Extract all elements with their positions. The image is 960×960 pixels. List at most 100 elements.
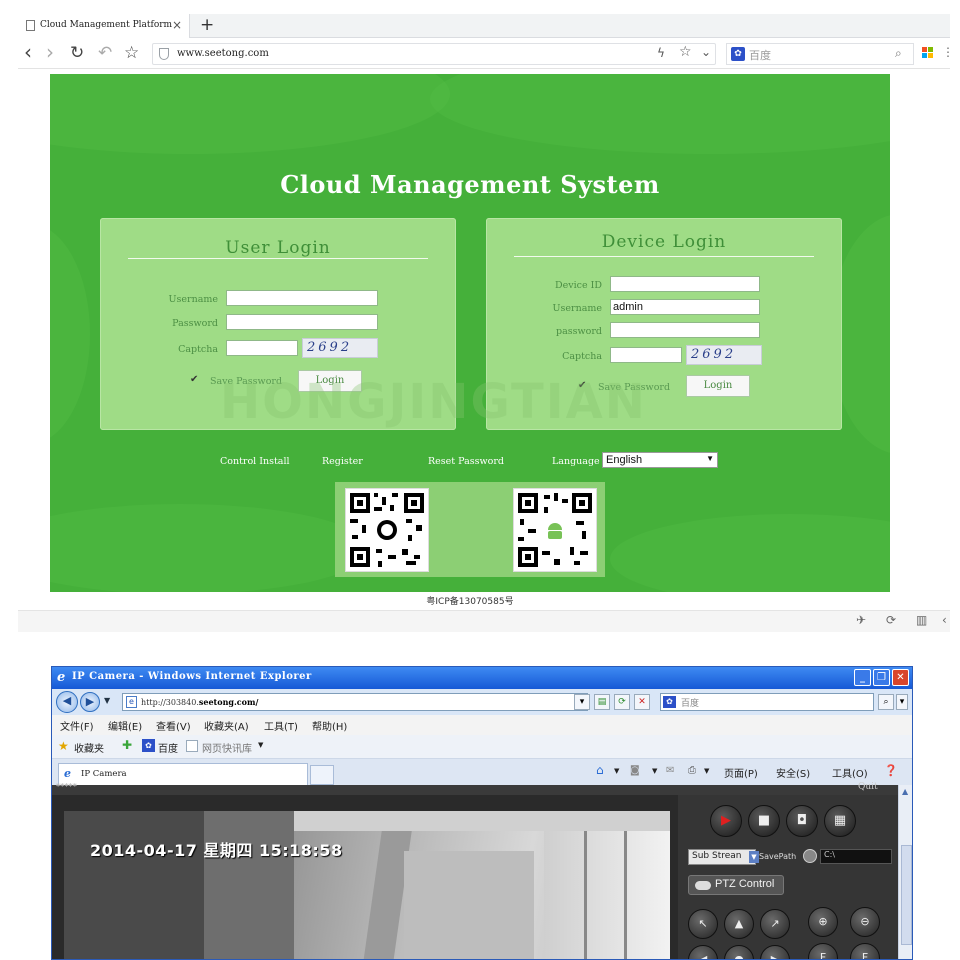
new-tab-button[interactable]: + (200, 15, 214, 35)
vertical-scrollbar[interactable]: ▲ (898, 785, 912, 959)
windows-logo-icon[interactable] (922, 47, 934, 59)
address-bar[interactable]: www.seetong.com ϟ ☆ ⌄ (152, 43, 716, 65)
language-select[interactable]: English ▼ (602, 452, 718, 468)
minimize-button[interactable]: _ (854, 669, 871, 686)
ptz-up-left-icon[interactable]: ↖ (688, 909, 718, 939)
page-menu[interactable]: 页面(P) (724, 765, 758, 780)
window (544, 811, 670, 959)
search-options-icon[interactable]: ▾ (896, 694, 908, 710)
snapshot-camera-icon[interactable]: ◘ (786, 805, 818, 837)
compat-view-icon[interactable]: ▤ (594, 694, 610, 710)
undo-icon[interactable]: ↶ (98, 43, 112, 63)
zoom-out-icon[interactable]: ⊖ (850, 907, 880, 937)
close-button[interactable]: ✕ (892, 669, 909, 686)
menu-tools[interactable]: 工具(T) (264, 718, 298, 733)
chevron-down-icon[interactable]: ⌄ (701, 45, 711, 59)
ie-search-bar[interactable]: ✿ 百度 (660, 693, 874, 711)
tab-ip-camera[interactable]: e IP Camera (58, 763, 308, 785)
safety-menu[interactable]: 安全(S) (776, 765, 810, 780)
control-install-link[interactable]: Control Install (220, 456, 290, 467)
bookmark-star-icon[interactable]: ☆ (124, 43, 139, 63)
focus-far-icon[interactable]: F (850, 943, 880, 959)
chevron-down-icon[interactable]: ▼ (652, 767, 657, 775)
user-captcha-input[interactable] (226, 340, 298, 356)
print-icon[interactable]: ⎙ (688, 765, 696, 776)
menu-favorites[interactable]: 收藏夹(A) (204, 718, 249, 733)
new-tab-button[interactable] (310, 765, 334, 785)
help-icon[interactable]: ❓ (884, 764, 898, 777)
stream-select[interactable]: Sub Strean ▼ (688, 849, 759, 865)
record-clapper-icon[interactable]: ▦ (824, 805, 856, 837)
device-captcha-image[interactable]: 2692 (686, 345, 762, 365)
add-favorite-icon[interactable]: ✚ (122, 738, 132, 752)
device-username-input[interactable]: admin (610, 299, 760, 315)
device-captcha-input[interactable] (610, 347, 682, 363)
more-icon[interactable]: ‹ (942, 613, 947, 627)
address-dropdown-icon[interactable]: ▾ (574, 694, 590, 710)
star-icon[interactable]: ☆ (679, 44, 692, 60)
menu-help[interactable]: 帮助(H) (312, 718, 347, 733)
reload-icon[interactable]: ↻ (70, 43, 84, 63)
stop-icon[interactable]: ✕ (634, 694, 650, 710)
save-password-checkbox[interactable]: ✔ (190, 374, 198, 385)
chevron-down-icon[interactable]: ▼ (614, 767, 619, 775)
forward-arrow-icon[interactable]: ▶ (80, 692, 100, 712)
back-arrow-icon[interactable]: ◀ (56, 691, 78, 713)
history-dropdown-icon[interactable]: ▼ (104, 696, 110, 705)
web-slice-gallery[interactable]: 网页快讯库 (202, 740, 252, 755)
focus-near-icon[interactable]: F (808, 943, 838, 959)
menu-file[interactable]: 文件(F) (60, 718, 94, 733)
tab-close-icon[interactable]: × (172, 18, 182, 32)
refresh-circle-icon[interactable]: ⟳ (886, 613, 896, 627)
more-icon[interactable]: ⋮ (942, 45, 954, 59)
play-record-button[interactable]: ▶ (710, 805, 742, 837)
ptz-up-icon[interactable]: ▲ (724, 909, 754, 939)
maximize-button[interactable]: ❐ (873, 669, 890, 686)
camera-control-panel: ▶ ■ ◘ ▦ Sub Strean ▼ SavePath C:\ PTZ Co… (678, 795, 898, 959)
favorite-baidu[interactable]: 百度 (158, 740, 178, 755)
save-path-field[interactable]: C:\ (820, 849, 892, 864)
scroll-up-icon[interactable]: ▲ (902, 787, 908, 796)
reset-password-link[interactable]: Reset Password (428, 456, 504, 467)
ptz-right-icon[interactable]: ▶ (760, 945, 790, 959)
forward-arrow-icon[interactable]: › (46, 40, 54, 64)
cloud-icon (695, 881, 711, 890)
menu-edit[interactable]: 编辑(E) (108, 718, 142, 733)
user-password-input[interactable] (226, 314, 378, 330)
scrollbar-thumb[interactable] (901, 845, 912, 945)
background-blob (50, 74, 450, 154)
back-arrow-icon[interactable]: ‹ (24, 40, 32, 64)
menu-view[interactable]: 查看(V) (156, 718, 191, 733)
search-icon[interactable]: ⌕ (878, 694, 894, 710)
trash-icon[interactable]: ▥ (916, 613, 927, 627)
user-captcha-image[interactable]: 2692 (302, 338, 378, 358)
ie-address-bar[interactable]: e http://303840.seetong.com/ (122, 693, 588, 711)
chevron-down-icon[interactable]: ▼ (704, 767, 709, 775)
mail-icon[interactable]: ✉ (666, 765, 674, 776)
register-link[interactable]: Register (322, 456, 363, 467)
bolt-icon[interactable]: ϟ (657, 46, 665, 60)
device-password-input[interactable] (610, 322, 760, 338)
chevron-down-icon[interactable]: ▼ (258, 741, 263, 749)
device-login-button[interactable]: Login (686, 375, 750, 397)
search-bar[interactable]: ✿ 百度 ⌕ (726, 43, 914, 65)
user-username-input[interactable] (226, 290, 378, 306)
tools-menu[interactable]: 工具(O) (832, 765, 868, 780)
feeds-icon[interactable]: ◙ (630, 765, 640, 776)
zoom-in-icon[interactable]: ⊕ (808, 907, 838, 937)
ptz-center-icon[interactable]: ● (724, 945, 754, 959)
quit-button[interactable]: Quit (858, 782, 878, 792)
search-icon[interactable]: ⌕ (895, 46, 902, 61)
tab-cloud-management[interactable]: Cloud Management Platform (18, 14, 190, 38)
favorites-button[interactable]: 收藏夹 (74, 740, 104, 755)
stop-button[interactable]: ■ (748, 805, 780, 837)
live-video-feed[interactable]: 2014-04-17 星期四 15:18:58 (64, 811, 670, 959)
save-path-browse-button[interactable] (803, 849, 817, 863)
device-id-input[interactable] (610, 276, 760, 292)
pin-icon[interactable]: ✈ (856, 613, 866, 627)
refresh-icon[interactable]: ⟳ (614, 694, 630, 710)
ptz-left-icon[interactable]: ◀ (688, 945, 718, 959)
ptz-control-button[interactable]: PTZ Control (688, 875, 784, 895)
home-icon[interactable]: ⌂ (596, 763, 604, 777)
ptz-up-right-icon[interactable]: ↗ (760, 909, 790, 939)
